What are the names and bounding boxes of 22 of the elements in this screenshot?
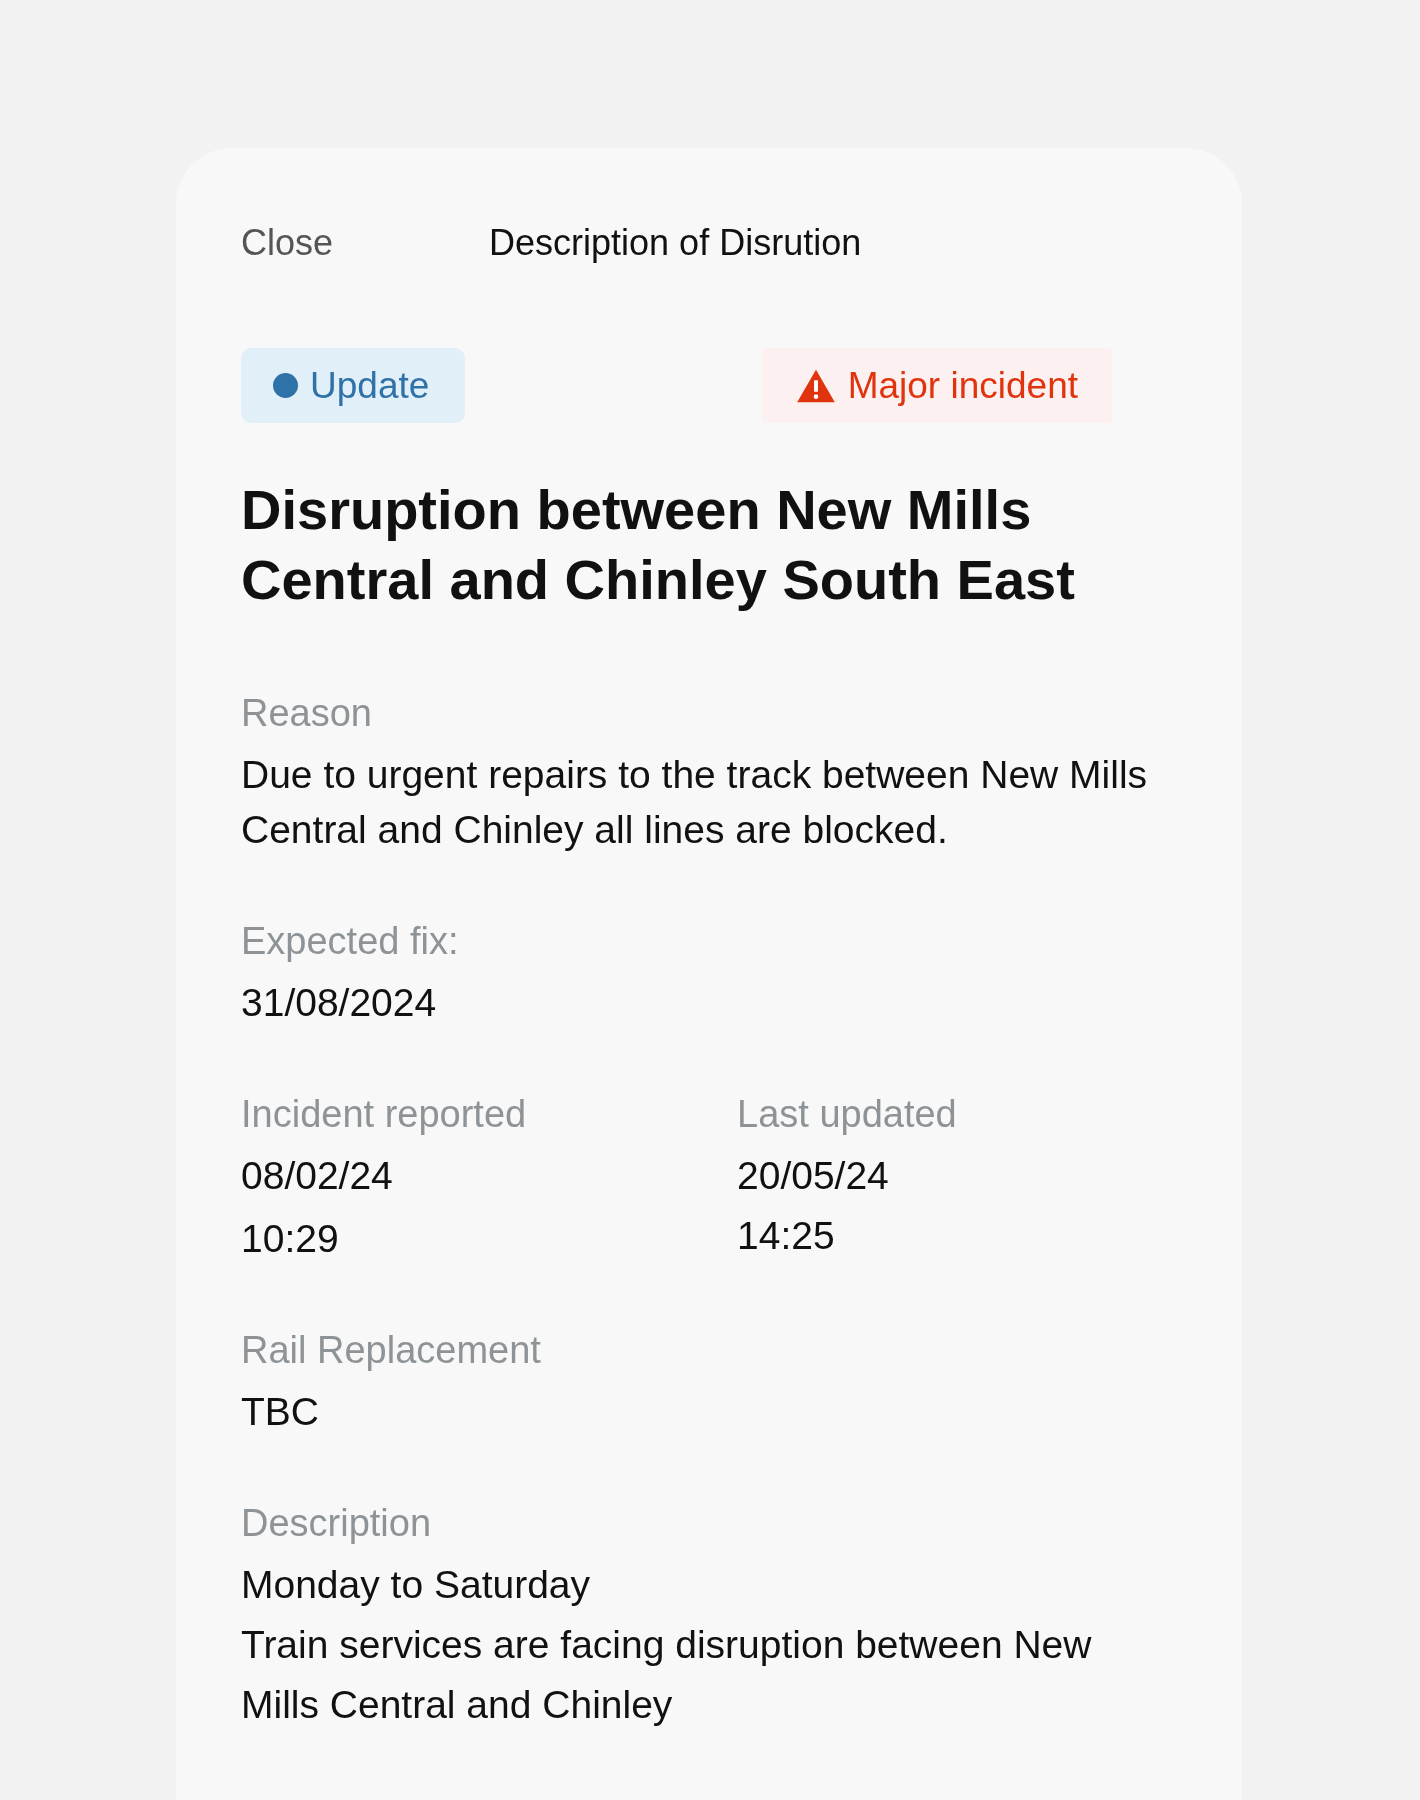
status-dot [273,373,298,398]
field-label: Expected fix: [241,919,460,964]
field-value: 08/02/24 [241,1153,394,1199]
field-value: Due to urgent repairs to the track between New Mills Central and Chinley all lines are blocked. [241,752,1149,853]
dialog-title: Description of Disrution [489,222,862,264]
field-label: Last updated [737,1092,958,1137]
field-label: Incident reported [241,1092,528,1137]
field-value: Monday to Saturday [241,1562,592,1608]
field-value: Train services are facing disruption between New Mills Central and Chinley [241,1622,1093,1728]
badge-label: Major incident [847,364,1078,407]
warning-icon [795,367,836,404]
field-label: Description [241,1501,433,1546]
disruption-heading: Disruption between New Mills Central and Chinley South East [241,477,1076,613]
field-value: 14:25 [737,1213,836,1259]
field-value: 20/05/24 [737,1153,890,1199]
field-label: Rail Replacement [241,1328,542,1373]
badge-label: Update [310,364,430,407]
field-value: 31/08/2024 [241,980,438,1026]
field-value: 10:29 [241,1216,340,1262]
close-button[interactable]: Close [241,222,334,264]
field-value: TBC [241,1389,320,1435]
field-label: Reason [241,691,373,736]
